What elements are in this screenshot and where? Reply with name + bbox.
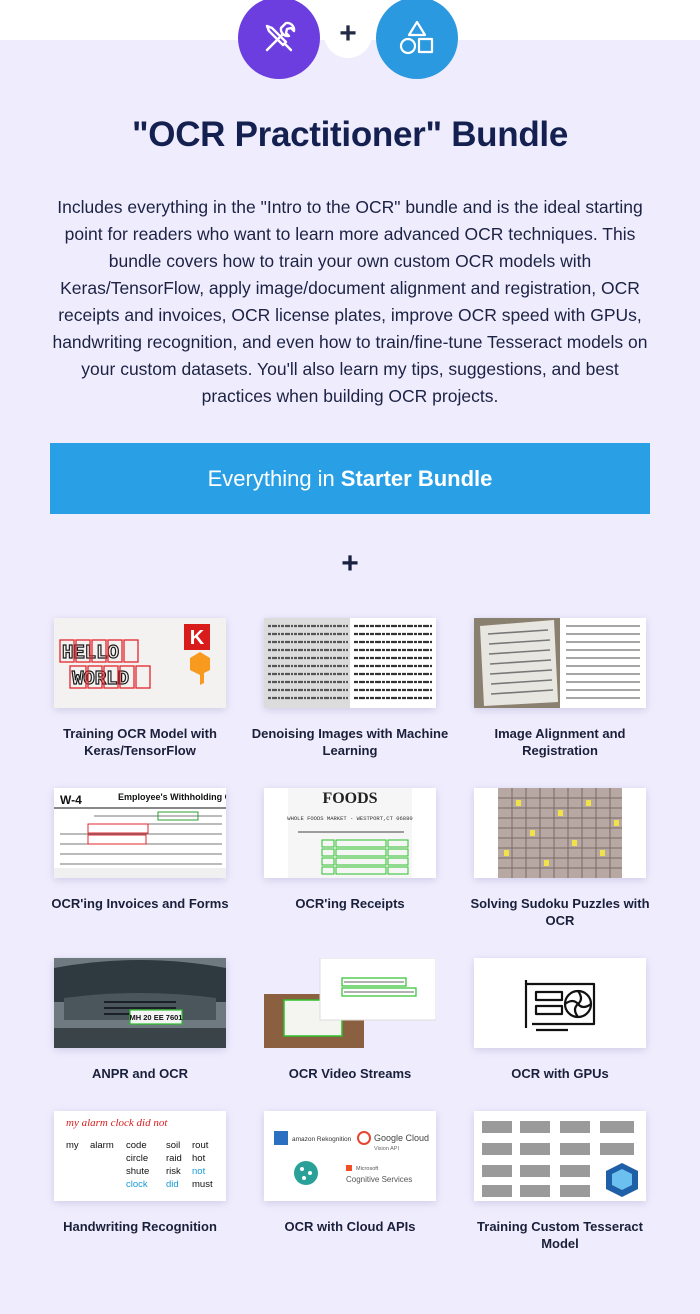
course-thumbnail-tesseract xyxy=(474,1111,646,1201)
plate-number: MH 20 EE 7601 xyxy=(130,1013,183,1022)
svg-text:must: must xyxy=(192,1179,213,1190)
cognitive-text: Cognitive Services xyxy=(346,1175,412,1184)
svg-text:circle: circle xyxy=(126,1153,148,1164)
svg-text:risk: risk xyxy=(166,1166,181,1177)
svg-text:raid: raid xyxy=(166,1153,182,1164)
course-title: OCR'ing Invoices and Forms xyxy=(51,896,229,911)
course-title: Denoising Images with Machine Learning xyxy=(251,726,449,758)
course-thumbnail-handwriting: my alarm clock did not my alarm code cir… xyxy=(54,1111,226,1201)
course-thumbnail-alignment xyxy=(474,618,646,708)
aws-logo-text: amazon Rekognition xyxy=(292,1136,352,1143)
w4-label: W-4 xyxy=(60,793,82,807)
course-thumbnail-anpr: MH 20 EE 7601 xyxy=(54,958,226,1048)
course-thumbnail-sudoku xyxy=(474,788,646,878)
course-thumbnail-keras: K HELLO WORLD xyxy=(54,618,226,708)
course-title: Image Alignment and Registration xyxy=(494,726,626,758)
w4-heading: Employee's Withholding Cer xyxy=(118,792,226,802)
svg-text:code: code xyxy=(126,1140,147,1151)
svg-text:did: did xyxy=(166,1179,179,1190)
course-title: Handwriting Recognition xyxy=(63,1219,217,1234)
receipt-header: WHOLE FOODS MARKET - WESTPORT,CT 06880 xyxy=(287,815,412,822)
course-thumbnail-gpu xyxy=(474,958,646,1048)
svg-text:rout: rout xyxy=(192,1140,209,1151)
course-title: Solving Sudoku Puzzles with OCR xyxy=(470,896,650,928)
keras-logo-letter: K xyxy=(190,627,205,649)
course-thumbnail-receipts: FOODS WHOLE FOODS MARKET - WESTPORT,CT 0… xyxy=(264,788,436,878)
svg-text:shute: shute xyxy=(126,1166,149,1177)
course-title: OCR with GPUs xyxy=(511,1066,609,1081)
course-title: ANPR and OCR xyxy=(91,1066,189,1081)
course-title: OCR with Cloud APIs xyxy=(284,1219,416,1234)
svg-text:my: my xyxy=(66,1140,79,1151)
svg-text:clock: clock xyxy=(126,1179,148,1190)
course-title: Training OCR Model with Keras/TensorFlow xyxy=(63,726,217,758)
svg-text:alarm: alarm xyxy=(90,1140,114,1151)
course-title: OCR'ing Receipts xyxy=(295,896,405,911)
course-thumbnail-invoices: W-4 Employee's Withholding Cer xyxy=(54,788,226,878)
course-title: Training Custom Tesseract Model xyxy=(477,1219,643,1251)
handwriting-line: my alarm clock did not xyxy=(66,1117,168,1129)
course-grid: K HELLO WORLD Training OCR Model with Ke… xyxy=(0,0,700,1314)
svg-text:hot: hot xyxy=(192,1153,206,1164)
course-thumbnail-video xyxy=(264,958,436,1048)
course-thumbnail-cloud: amazon Rekognition Google Cloud Vision A… xyxy=(264,1111,436,1201)
course-thumbnail-denoising xyxy=(264,618,436,708)
course-title: OCR Video Streams xyxy=(288,1066,412,1081)
google-sub-text: Vision API xyxy=(374,1146,399,1152)
microsoft-text: Microsoft xyxy=(356,1166,379,1172)
foods-logo: FOODS xyxy=(322,790,377,807)
svg-text:not: not xyxy=(192,1166,206,1177)
google-logo-text: Google Cloud xyxy=(374,1133,429,1143)
svg-text:soil: soil xyxy=(166,1140,180,1151)
